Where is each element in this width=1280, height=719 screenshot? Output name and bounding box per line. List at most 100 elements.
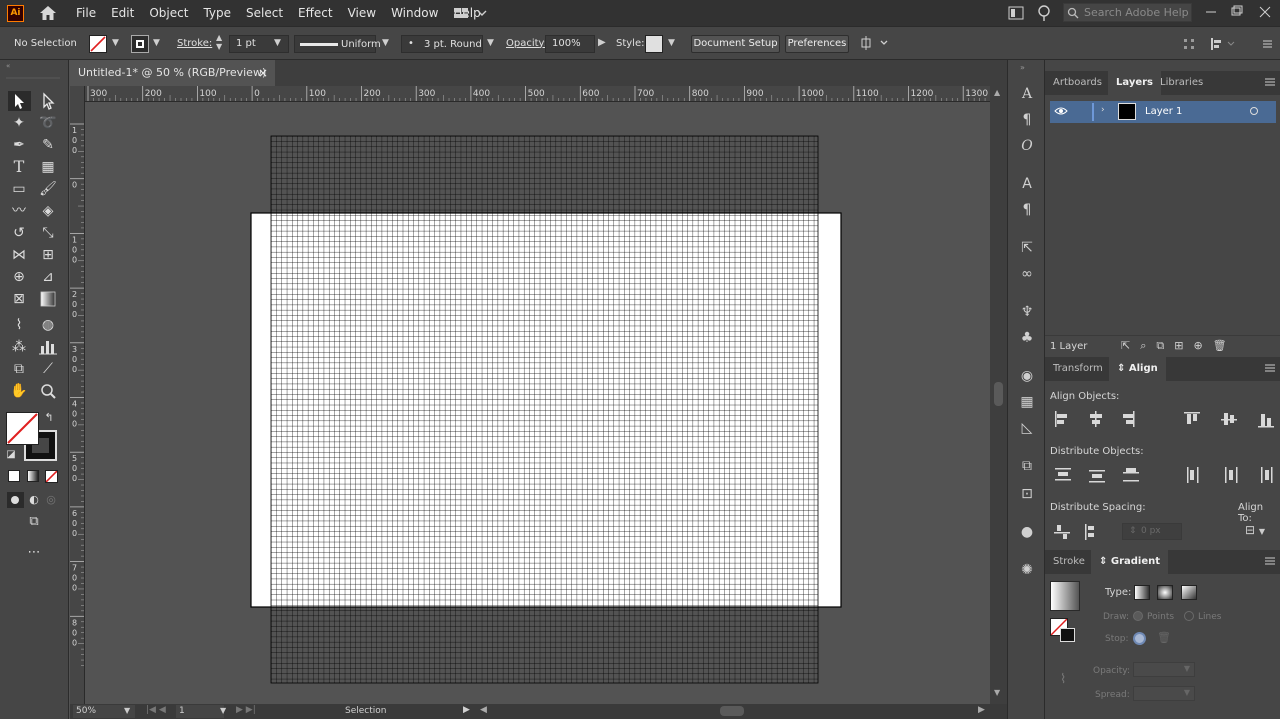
search-input[interactable]: Search Adobe Help — [1063, 3, 1192, 22]
layers-panel-menu-icon[interactable] — [1265, 77, 1275, 90]
slice-tool-icon[interactable]: ⟋ — [37, 359, 59, 379]
profile-dropdown-icon[interactable]: ▼ — [382, 38, 389, 48]
eyedropper-tool-icon[interactable]: ⌇ — [8, 315, 30, 335]
arrange-icon[interactable] — [860, 35, 890, 51]
menu-select[interactable]: Select — [246, 6, 283, 20]
panel-options-icons[interactable] — [1183, 37, 1273, 51]
pen-tool-icon[interactable]: ✒ — [8, 135, 30, 155]
document-tab[interactable]: Untitled-1* @ 50 % (RGB/Preview) × — [70, 60, 275, 86]
type-tool-icon[interactable]: T — [8, 157, 30, 177]
eraser-tool-icon[interactable]: ◈ — [37, 201, 59, 221]
tab-stroke[interactable]: Stroke — [1045, 550, 1093, 574]
rectangular-grid-tool-icon[interactable]: ▦ — [37, 157, 59, 177]
preferences-button[interactable]: Preferences — [785, 35, 849, 53]
vertical-ruler[interactable]: 1000100200300400500600700800 — [70, 86, 85, 704]
home-icon[interactable] — [38, 4, 58, 22]
links-panel-icon[interactable]: ∞ — [1017, 264, 1037, 284]
close-tab-icon[interactable]: × — [258, 60, 268, 86]
width-tool-icon[interactable]: ⋈ — [8, 245, 30, 265]
visibility-eye-icon[interactable] — [1054, 105, 1068, 120]
rectangle-tool-icon[interactable]: ▭ — [8, 179, 30, 199]
mesh-tool-icon[interactable]: ⊠ — [8, 289, 30, 309]
discover-icon[interactable] — [1037, 4, 1051, 22]
draw-normal-icon[interactable] — [7, 492, 24, 508]
gradient-stop-color[interactable] — [1133, 632, 1146, 645]
export-panel-icon[interactable]: ⇱ — [1017, 238, 1037, 258]
distribute-spacing-buttons[interactable] — [1053, 522, 1113, 542]
menu-window[interactable]: Window — [391, 6, 438, 20]
collapse-strip-icon[interactable]: » — [1020, 63, 1025, 72]
gradient-preview-swatch[interactable] — [1050, 581, 1080, 611]
distribute-objects-buttons[interactable] — [1053, 466, 1275, 486]
stroke-dropdown-icon[interactable]: ▼ — [153, 38, 160, 48]
vertical-scrollbar[interactable]: ▲ ▼ — [990, 86, 1007, 704]
last-artboard-icon[interactable]: ▶ ▶| — [236, 705, 256, 715]
tab-gradient[interactable]: ⇕ Gradient — [1091, 550, 1169, 574]
style-dropdown-icon[interactable]: ▼ — [668, 38, 675, 48]
gradient-panel-menu-icon[interactable] — [1265, 556, 1275, 569]
layer-name[interactable]: Layer 1 — [1145, 106, 1182, 117]
hand-tool-icon[interactable]: ✋ — [8, 381, 30, 401]
magic-wand-tool-icon[interactable]: ✦ — [8, 113, 30, 133]
stroke-weight-dropdown-icon[interactable]: ▼ — [274, 38, 281, 48]
color-guide-icon[interactable]: ● — [1017, 522, 1037, 542]
brush-definition[interactable]: • 3 pt. Round — [401, 35, 483, 53]
default-fill-stroke-icon[interactable]: ◪ — [4, 445, 18, 465]
rotate-tool-icon[interactable]: ↺ — [8, 223, 30, 243]
symbol-sprayer-tool-icon[interactable]: ⁂ — [8, 337, 30, 357]
workspace-switcher-icon[interactable] — [453, 5, 489, 21]
menu-type[interactable]: Type — [203, 6, 231, 20]
scroll-up-icon[interactable]: ▲ — [994, 88, 1000, 97]
layers-footer-icons[interactable]: ⇱⌕⧉⊞⊕🗑 — [1121, 339, 1237, 353]
zoom-dropdown-icon[interactable]: ▼ — [124, 706, 130, 715]
lasso-tool-icon[interactable]: ➰ — [37, 113, 59, 133]
paintbrush-tool-icon[interactable]: 🖌 — [37, 179, 59, 199]
perspective-grid-tool-icon[interactable]: ⊿ — [37, 267, 59, 287]
spacing-value-field[interactable]: ⇕ 0 px — [1122, 523, 1182, 540]
shaper-tool-icon[interactable]: 〰 — [8, 201, 30, 221]
scale-tool-icon[interactable]: ⤡ — [37, 223, 59, 243]
first-artboard-icon[interactable]: |◀ ◀ — [146, 705, 166, 715]
horizontal-ruler[interactable]: 300 200 100 0 100 200 300 400 500 600 700 800 900 100… — [85, 86, 990, 102]
character-styles-icon[interactable]: A — [1017, 174, 1037, 194]
linear-gradient-button[interactable] — [1134, 585, 1150, 600]
character-panel-icon[interactable]: A — [1017, 84, 1037, 104]
shape-builder-tool-icon[interactable]: ⊕ — [8, 267, 30, 287]
none-mode-icon[interactable] — [45, 470, 58, 483]
layer-target-icon[interactable] — [1250, 107, 1258, 115]
color-panel-icon[interactable]: ✺ — [1017, 560, 1037, 580]
brushes-panel-icon[interactable]: ♆ — [1017, 302, 1037, 322]
pathfinder-panel-icon[interactable]: ⧉ — [1017, 456, 1037, 476]
layer-row[interactable]: › Layer 1 — [1050, 101, 1276, 123]
align-panel-menu-icon[interactable] — [1265, 363, 1275, 376]
edit-toolbar-icon[interactable]: ⋯ — [22, 543, 46, 563]
brush-dropdown-icon[interactable]: ▼ — [487, 38, 494, 48]
swap-fill-stroke-icon[interactable]: ↰ — [42, 408, 56, 428]
menu-edit[interactable]: Edit — [111, 6, 134, 20]
align-to-dropdown[interactable]: ⊟ ▼ — [1245, 523, 1265, 537]
spacing-stepper-icon[interactable]: ⇕ — [1129, 526, 1137, 536]
opacity-arrow-icon[interactable]: ▶ — [598, 37, 606, 48]
gradient-eyedropper-icon[interactable]: ⌇ — [1060, 672, 1066, 687]
stroke-stepper-icon[interactable]: ▲ ▼ — [216, 33, 222, 51]
document-setup-button[interactable]: Document Setup — [691, 35, 780, 53]
change-screen-mode-icon[interactable]: ⧉ — [22, 512, 46, 532]
artboard-dropdown-icon[interactable]: ▼ — [220, 706, 226, 715]
arrange-documents-icon[interactable] — [1008, 6, 1024, 20]
menu-effect[interactable]: Effect — [298, 6, 333, 20]
delete-stop-icon[interactable]: 🗑 — [1157, 631, 1171, 644]
scroll-left-icon[interactable]: ◀ — [480, 705, 487, 715]
gradient-tool-icon[interactable] — [37, 289, 59, 309]
status-menu-icon[interactable]: ▶ — [463, 705, 470, 715]
fill-swatch[interactable] — [89, 35, 107, 53]
symbols-panel-icon[interactable]: ♣ — [1017, 328, 1037, 348]
align-objects-buttons[interactable] — [1053, 410, 1275, 430]
menu-view[interactable]: View — [348, 6, 376, 20]
status-mode[interactable]: Selection — [345, 706, 386, 716]
draw-behind-icon[interactable]: ◐ — [26, 490, 42, 510]
zoom-tool-icon[interactable] — [37, 381, 59, 401]
draw-lines-radio[interactable] — [1184, 611, 1194, 621]
menu-object[interactable]: Object — [149, 6, 188, 20]
gradient-spread-field[interactable]: ▼ — [1133, 686, 1195, 701]
scroll-down-icon[interactable]: ▼ — [994, 688, 1000, 697]
